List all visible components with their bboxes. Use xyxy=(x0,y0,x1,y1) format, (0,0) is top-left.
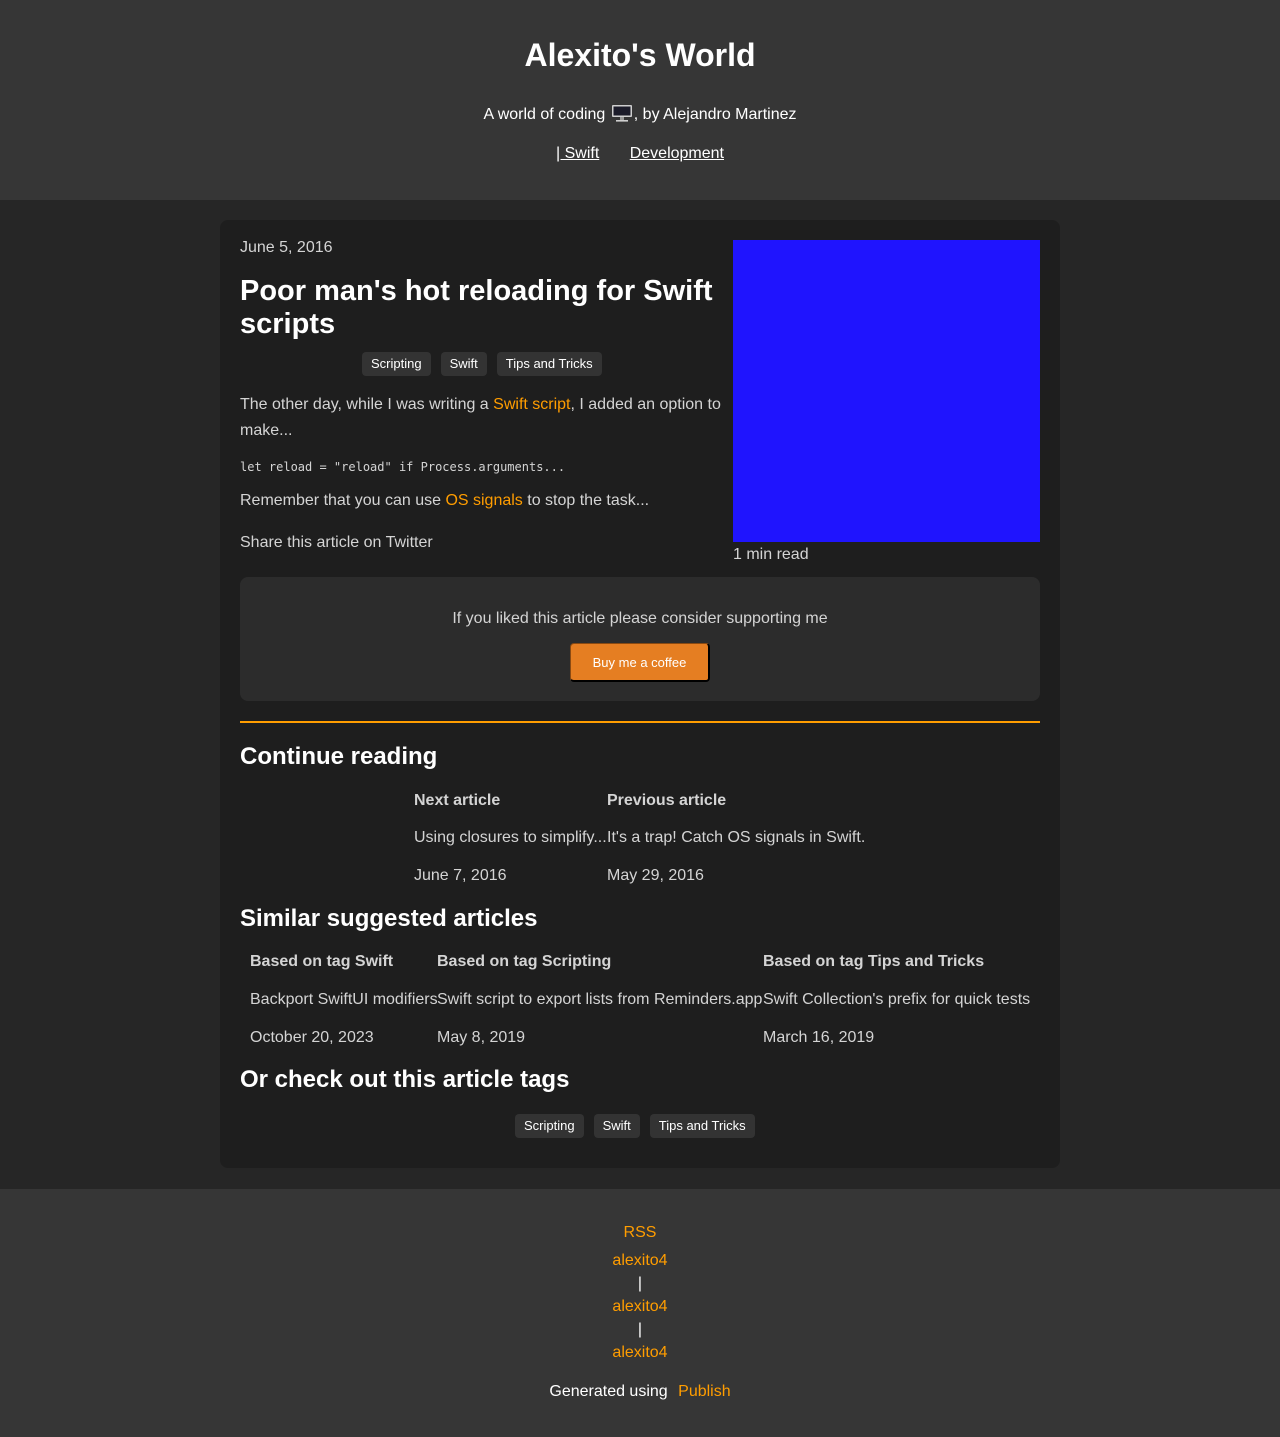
tag-tips-and-tricks[interactable]: Tips and Tricks xyxy=(649,1114,755,1138)
divider xyxy=(240,721,1040,723)
similar-article-date: May 8, 2019 xyxy=(437,1029,526,1046)
generated-text: Generated using xyxy=(549,1383,668,1400)
swift-script-link[interactable]: Swift script xyxy=(493,396,570,413)
site-header: Alexito's World A world of coding , by A… xyxy=(0,0,1280,200)
next-article-link[interactable]: Using closures to simplify... xyxy=(414,829,607,847)
excerpt-text-pre: The other day, while I was writing a xyxy=(240,396,494,413)
article-excerpt: The other day, while I was writing a Swi… xyxy=(240,392,730,444)
next-article-date: June 7, 2016 xyxy=(414,867,507,884)
tag-scripting[interactable]: Scripting xyxy=(362,352,431,376)
similar-article-link[interactable]: Swift script to export lists from Remind… xyxy=(437,991,762,1009)
article-card: June 5, 2016 Poor man's hot reloading fo… xyxy=(220,220,1060,1168)
similar-articles-title: Similar suggested articles xyxy=(240,905,538,932)
check-tags-title: Or check out this article tags xyxy=(240,1066,570,1093)
tag-tips-and-tricks[interactable]: Tips and Tricks xyxy=(496,352,602,376)
footer-separator: | xyxy=(637,1321,643,1338)
support-text: If you liked this article please conside… xyxy=(452,610,828,627)
os-signals-link[interactable]: OS signals xyxy=(445,492,522,509)
subtitle-text-pre: A world of coding xyxy=(483,106,606,123)
remember-text-pre: Remember that you can use xyxy=(240,492,446,509)
publish-link[interactable]: Publish xyxy=(678,1383,730,1400)
footer-separator: | xyxy=(637,1275,643,1292)
share-on-twitter[interactable]: Share this article on Twitter xyxy=(240,534,433,552)
similar-heading-scripting: Based on tag Scripting xyxy=(437,953,612,970)
site-title[interactable]: Alexito's World xyxy=(0,37,1280,74)
rss-link[interactable]: RSS xyxy=(0,1224,1280,1242)
nav-link-swift[interactable]: | Swift xyxy=(556,145,599,162)
computer-monitor-icon xyxy=(611,105,632,122)
article-remember: Remember that you can use OS signals to … xyxy=(240,492,649,510)
support-box: If you liked this article please conside… xyxy=(240,577,1040,701)
site-nav: | Swift Development xyxy=(0,145,1280,163)
read-time: 1 min read xyxy=(733,546,809,563)
previous-article-date: May 29, 2016 xyxy=(607,867,704,884)
previous-article-link[interactable]: It's a trap! Catch OS signals in Swift. xyxy=(607,829,865,847)
similar-article-link[interactable]: Swift Collection's prefix for quick test… xyxy=(763,991,1030,1009)
site-subtitle: A world of coding , by Alejandro Martine… xyxy=(0,104,1280,124)
tag-swift[interactable]: Swift xyxy=(440,352,487,376)
article-date: June 5, 2016 xyxy=(240,239,333,256)
previous-article-heading: Previous article xyxy=(607,792,727,809)
similar-article-link[interactable]: Backport SwiftUI modifiers xyxy=(250,991,438,1009)
tag-swift[interactable]: Swift xyxy=(593,1114,640,1138)
buy-me-a-coffee-button[interactable]: Buy me a coffee xyxy=(570,643,710,682)
generated-using: Generated using Publish xyxy=(0,1383,1280,1401)
similar-heading-tips: Based on tag Tips and Tricks xyxy=(763,953,985,970)
article-tags: Scripting Swift Tips and Tricks xyxy=(362,352,602,376)
continue-reading-title: Continue reading xyxy=(240,743,438,770)
remember-text-post: to stop the task... xyxy=(522,492,650,509)
social-link[interactable]: alexito4 xyxy=(0,1344,1280,1362)
social-link[interactable]: alexito4 xyxy=(0,1252,1280,1270)
similar-heading-swift: Based on tag Swift xyxy=(250,953,394,970)
social-link[interactable]: alexito4 xyxy=(0,1298,1280,1316)
article-title[interactable]: Poor man's hot reloading for Swift scrip… xyxy=(240,275,720,341)
similar-article-date: March 16, 2019 xyxy=(763,1029,875,1046)
subtitle-text-post: , by Alejandro Martinez xyxy=(633,106,797,123)
similar-article-date: October 20, 2023 xyxy=(250,1029,374,1046)
next-article-heading: Next article xyxy=(414,792,501,809)
article-hero-image xyxy=(733,240,1040,542)
bottom-tags: Scripting Swift Tips and Tricks xyxy=(515,1114,755,1138)
code-snippet: let reload = "reload" if Process.argumen… xyxy=(240,460,566,474)
tag-scripting[interactable]: Scripting xyxy=(515,1114,584,1138)
nav-link-development[interactable]: Development xyxy=(630,145,724,162)
site-footer: RSS alexito4 | alexito4 | alexito4 Gener… xyxy=(0,1189,1280,1437)
